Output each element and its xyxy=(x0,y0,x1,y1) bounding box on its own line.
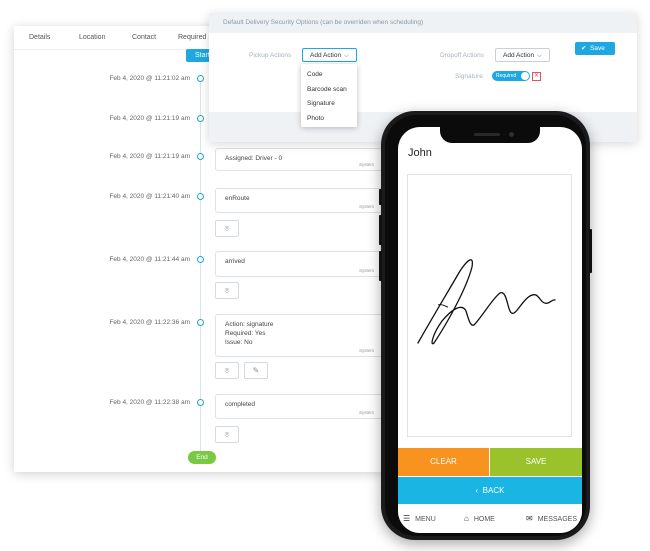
phone-side-button xyxy=(379,251,382,281)
dropoff-add-action-dropdown[interactable]: Add Action ⌵ xyxy=(495,48,550,62)
location-pin-button[interactable]: ⌾ xyxy=(215,220,239,237)
phone-side-button xyxy=(379,215,382,245)
event-timestamp: Feb 4, 2020 @ 11:21:19 am xyxy=(109,115,190,122)
check-icon: ✔ xyxy=(581,45,587,52)
phone-mockup: John CLEAR SAVE ‹ BACK ☰ MENU ⌂ HOME ✉ M… xyxy=(379,111,592,540)
event-timestamp: Feb 4, 2020 @ 11:22:38 am xyxy=(109,399,190,406)
signature-stroke xyxy=(417,259,556,345)
event-timestamp: Feb 4, 2020 @ 11:22:36 am xyxy=(109,319,190,326)
add-action-menu: Code Barcode scan Signature Photo xyxy=(301,64,357,127)
view-signature-button[interactable]: ✎ xyxy=(244,362,268,379)
nav-home[interactable]: ⌂ HOME xyxy=(464,514,495,523)
event-source: System xyxy=(358,204,374,209)
event-card: Action: signature Required: Yes Issue: N… xyxy=(215,314,383,357)
phone-screen: John CLEAR SAVE ‹ BACK ☰ MENU ⌂ HOME ✉ M… xyxy=(398,127,582,533)
event-text: enRoute xyxy=(225,195,250,202)
map-pin-icon: ⌾ xyxy=(224,365,230,375)
event-timestamp: Feb 4, 2020 @ 11:21:44 am xyxy=(109,256,190,263)
nav-messages-label: MESSAGES xyxy=(537,516,577,523)
menu-item-code[interactable]: Code xyxy=(301,68,357,83)
signature-pad[interactable] xyxy=(407,174,572,437)
menu-item-signature[interactable]: Signature xyxy=(301,97,357,112)
location-pin-button[interactable]: ⌾ xyxy=(215,362,239,379)
pickup-add-action-dropdown[interactable]: Add Action ⌵ xyxy=(302,48,357,62)
home-icon: ⌂ xyxy=(464,514,469,523)
event-card: enRoute System xyxy=(215,188,383,213)
end-button[interactable]: End xyxy=(188,451,216,464)
save-signature-button[interactable]: SAVE xyxy=(490,448,582,476)
event-card: Assigned: Driver - 0 System xyxy=(215,148,383,171)
event-text: Issue: No xyxy=(225,339,253,346)
chevron-left-icon: ‹ xyxy=(475,486,479,495)
map-pin-icon: ⌾ xyxy=(224,285,230,295)
timeline-dot xyxy=(197,193,204,200)
phone-notch xyxy=(440,127,540,143)
event-text: Required: Yes xyxy=(225,330,266,337)
event-text: arrived xyxy=(225,258,245,265)
bottom-nav: ☰ MENU ⌂ HOME ✉ MESSAGES xyxy=(398,505,582,533)
save-label: Save xyxy=(590,45,605,52)
clear-button[interactable]: CLEAR xyxy=(398,448,489,476)
event-timestamp: Feb 4, 2020 @ 11:21:40 am xyxy=(109,193,190,200)
event-timestamp: Feb 4, 2020 @ 11:21:02 am xyxy=(109,75,190,82)
map-pin-icon: ⌾ xyxy=(224,429,230,439)
chevron-down-icon: ⌵ xyxy=(537,53,542,59)
timeline-dot xyxy=(197,256,204,263)
event-source: System xyxy=(358,410,374,415)
nav-menu[interactable]: ☰ MENU xyxy=(403,514,436,523)
signature-required-control: Required ✕ xyxy=(492,71,541,81)
add-action-label: Add Action xyxy=(503,52,535,59)
camera-icon xyxy=(509,132,514,137)
chevron-down-icon: ⌵ xyxy=(344,53,349,59)
save-button[interactable]: ✔ Save xyxy=(575,42,615,55)
location-pin-button[interactable]: ⌾ xyxy=(215,282,239,299)
phone-side-button xyxy=(379,189,382,205)
tab-contact[interactable]: Contact xyxy=(132,34,156,41)
tab-location[interactable]: Location xyxy=(79,34,105,41)
event-source: System xyxy=(358,348,374,353)
phone-bezel: John CLEAR SAVE ‹ BACK ☰ MENU ⌂ HOME ✉ M… xyxy=(385,115,586,536)
dropoff-actions-label: Dropoff Actions xyxy=(440,52,484,59)
event-text: Action: signature xyxy=(225,321,274,328)
required-toggle[interactable]: Required xyxy=(492,71,530,81)
timeline-dot xyxy=(197,115,204,122)
back-label: BACK xyxy=(482,486,505,495)
location-pin-button[interactable]: ⌾ xyxy=(215,426,239,443)
event-text: Assigned: Driver - 0 xyxy=(225,155,283,162)
timeline-dot xyxy=(197,399,204,406)
back-button[interactable]: ‹ BACK xyxy=(398,477,582,504)
menu-item-photo[interactable]: Photo xyxy=(301,112,357,127)
tab-details[interactable]: Details xyxy=(29,34,50,41)
timeline-dot xyxy=(197,75,204,82)
envelope-icon: ✉ xyxy=(526,514,533,523)
add-action-label: Add Action xyxy=(310,52,342,59)
timeline-dot xyxy=(197,319,204,326)
options-header: Default Delivery Security Options (can b… xyxy=(209,13,637,33)
toggle-knob xyxy=(521,72,529,80)
phone-side-button xyxy=(589,229,592,273)
map-pin-icon: ⌾ xyxy=(224,223,230,233)
close-icon: ✕ xyxy=(533,72,540,79)
remove-action-button[interactable]: ✕ xyxy=(532,71,541,81)
event-source: System xyxy=(358,162,374,167)
nav-home-label: HOME xyxy=(473,516,495,523)
signature-icon: ✎ xyxy=(252,366,260,375)
menu-item-barcode-scan[interactable]: Barcode scan xyxy=(301,83,357,98)
event-source: System xyxy=(358,268,374,273)
nav-messages[interactable]: ✉ MESSAGES xyxy=(526,514,577,523)
hamburger-icon: ☰ xyxy=(403,514,411,523)
required-toggle-label: Required xyxy=(496,73,517,79)
speaker-grille xyxy=(474,133,500,136)
event-card: arrived System xyxy=(215,251,383,277)
event-card: completed System xyxy=(215,394,383,419)
signature-label: Signature xyxy=(455,73,483,80)
pickup-actions-label: Pickup Actions xyxy=(249,52,292,59)
timeline-dot xyxy=(197,153,204,160)
signer-name: John xyxy=(408,147,432,159)
timeline-line xyxy=(200,74,201,454)
nav-menu-label: MENU xyxy=(415,516,436,523)
event-text: completed xyxy=(225,401,255,408)
event-timestamp: Feb 4, 2020 @ 11:21:19 am xyxy=(109,153,190,160)
